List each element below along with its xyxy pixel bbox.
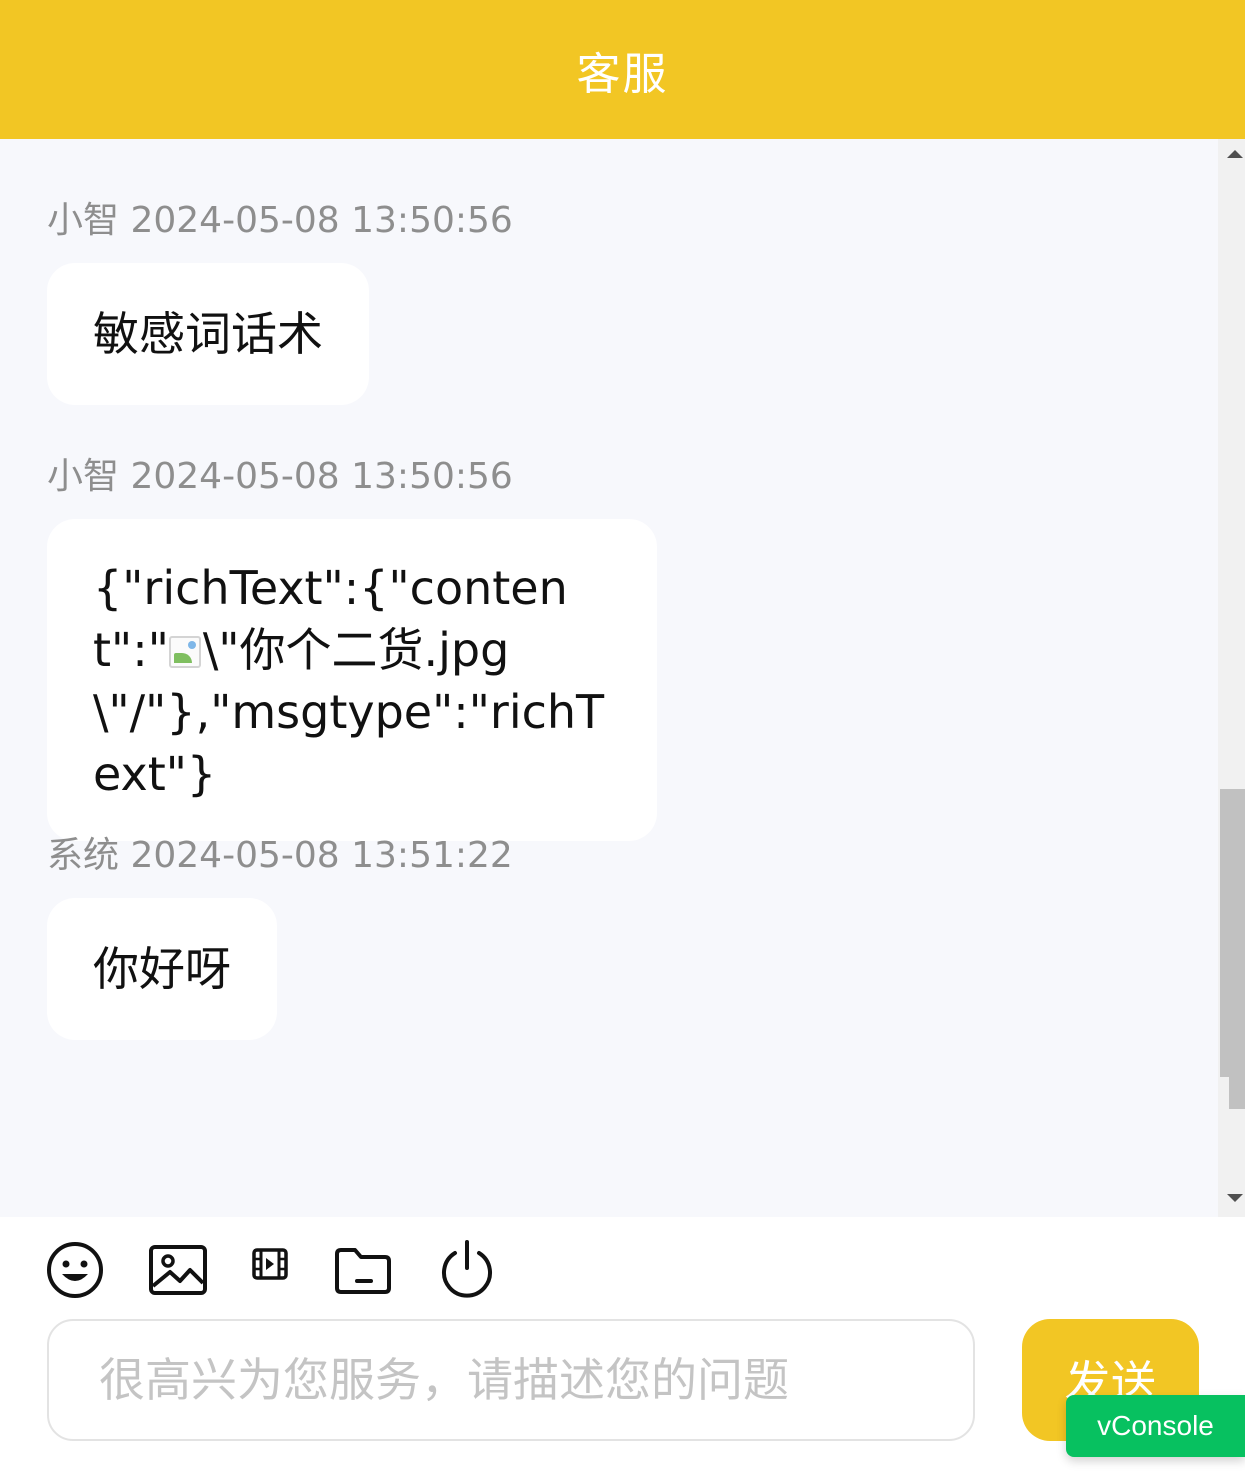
broken-image-icon <box>168 636 201 668</box>
message-sender: 小智 <box>47 200 120 241</box>
chat-message-list[interactable]: 小智 2024-05-08 13:50:56 敏感词话术 小智 2024-05-… <box>0 139 1245 1217</box>
image-icon[interactable] <box>148 1244 208 1300</box>
video-icon[interactable] <box>252 1248 288 1284</box>
message-sender: 小智 <box>47 456 120 497</box>
message-input-container <box>47 1319 975 1441</box>
message-bubble: 敏感词话术 <box>47 263 369 405</box>
emoji-icon[interactable] <box>46 1241 104 1303</box>
message-meta: 小智 2024-05-08 13:50:56 <box>47 191 513 243</box>
message-item: 小智 2024-05-08 13:50:56 {"richText":{"con… <box>47 447 657 841</box>
message-time: 2024-05-08 13:50:56 <box>130 200 513 241</box>
power-icon[interactable] <box>438 1239 496 1303</box>
scroll-down-arrow-icon[interactable] <box>1227 1194 1243 1202</box>
scrollbar-thumb[interactable] <box>1220 789 1245 1077</box>
page-title: 客服 <box>576 48 669 100</box>
message-text: 你好呀 <box>93 942 231 996</box>
header-bar: 客服 <box>0 0 1245 139</box>
message-bubble-rich: {"richText":{"content":" \"你个二货.jpg\"/"},… <box>47 519 657 841</box>
scrollbar-thumb-lower <box>1229 1077 1245 1109</box>
message-meta: 系统 2024-05-08 13:51:22 <box>47 826 513 878</box>
message-text: 敏感词话术 <box>93 307 323 361</box>
scroll-up-arrow-icon[interactable] <box>1227 150 1243 158</box>
message-input[interactable] <box>99 1353 923 1407</box>
message-bubble: 你好呀 <box>47 898 277 1040</box>
message-time: 2024-05-08 13:51:22 <box>130 835 513 876</box>
message-item: 小智 2024-05-08 13:50:56 敏感词话术 <box>47 191 513 405</box>
chat-toolbar <box>0 1217 1245 1317</box>
folder-icon[interactable] <box>333 1246 393 1300</box>
message-sender: 系统 <box>47 835 120 876</box>
message-item: 系统 2024-05-08 13:51:22 你好呀 <box>47 826 513 1040</box>
vconsole-button[interactable]: vConsole <box>1066 1395 1245 1457</box>
message-meta: 小智 2024-05-08 13:50:56 <box>47 447 657 499</box>
message-time: 2024-05-08 13:50:56 <box>130 456 513 497</box>
